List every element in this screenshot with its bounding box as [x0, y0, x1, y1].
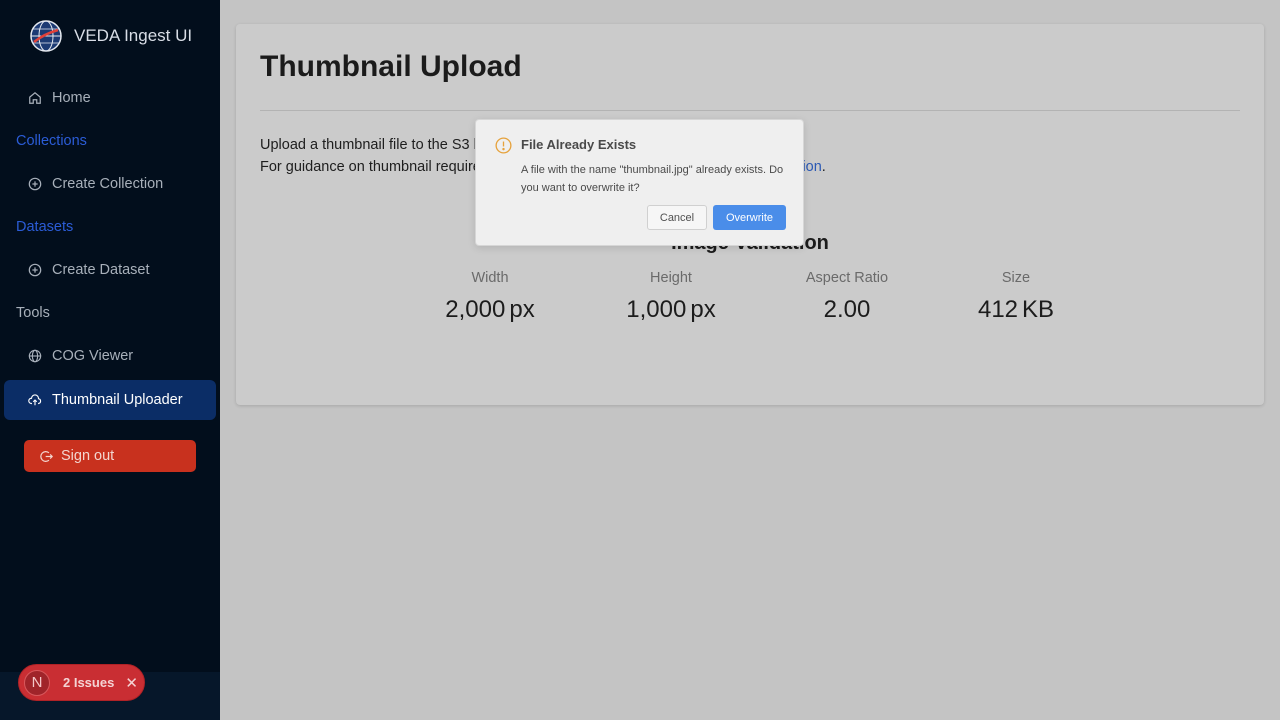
metric-unit: px: [690, 296, 716, 323]
cancel-button[interactable]: Cancel: [647, 205, 707, 230]
metric-value: 2,000 px: [400, 296, 580, 324]
plus-circle-icon: [28, 177, 42, 191]
logout-icon: [40, 450, 53, 462]
nav-create-collection-label: Create Collection: [52, 176, 164, 192]
app-title: VEDA Ingest UI: [74, 26, 193, 45]
close-icon[interactable]: ✕: [125, 674, 138, 692]
plus-circle-icon: [28, 263, 42, 277]
globe-icon: [28, 349, 42, 363]
metric-unit: px: [509, 296, 535, 323]
dialog-title: File Already Exists: [521, 137, 637, 152]
metric-size: Size 412 KB: [926, 270, 1106, 324]
description-suffix: .: [821, 159, 826, 175]
nav-thumbnail-uploader[interactable]: Thumbnail Uploader: [4, 380, 216, 420]
nav-section-collections[interactable]: Collections: [16, 133, 87, 149]
nav-home-label: Home: [52, 90, 91, 106]
metric-unit: KB: [1022, 296, 1055, 323]
nextjs-logo-icon: N: [24, 669, 50, 696]
nav-create-dataset[interactable]: Create Dataset: [4, 250, 216, 290]
nav-create-collection[interactable]: Create Collection: [4, 164, 216, 204]
nav-create-dataset-label: Create Dataset: [52, 262, 150, 278]
metric-value: 412 KB: [926, 296, 1106, 324]
brand[interactable]: VEDA Ingest UI: [30, 20, 192, 52]
nav-thumbnail-uploader-label: Thumbnail Uploader: [52, 392, 183, 408]
page-title: Thumbnail Upload: [260, 50, 522, 83]
file-exists-dialog: File Already Exists A file with the name…: [475, 119, 804, 246]
metric-number: 2,000: [445, 296, 506, 323]
nav-cog-viewer-label: COG Viewer: [52, 348, 134, 364]
dialog-message: A file with the name "thumbnail.jpg" alr…: [521, 164, 784, 194]
metric-label: Aspect Ratio: [805, 270, 889, 286]
metric-value: 2.00: [757, 296, 937, 324]
nav-home[interactable]: Home: [4, 78, 216, 118]
warning-icon: [495, 137, 512, 154]
metric-label: Size: [1001, 270, 1031, 286]
metric-height: Height 1,000 px: [581, 270, 761, 324]
metric-width: Width 2,000 px: [400, 270, 580, 324]
metric-value: 1,000 px: [581, 296, 761, 324]
metric-aspect-ratio: Aspect Ratio 2.00: [757, 270, 937, 324]
home-icon: [29, 91, 41, 104]
metric-number: 412: [977, 296, 1019, 323]
issues-count[interactable]: 2 Issues: [63, 675, 114, 690]
sign-out-label: Sign out: [61, 448, 115, 464]
sign-out-button[interactable]: Sign out: [24, 440, 196, 472]
metric-number: 2.00: [823, 296, 871, 323]
metric-label: Height: [650, 270, 692, 286]
cloud-upload-icon: [28, 394, 42, 406]
title-divider: [260, 110, 1240, 111]
issues-badge[interactable]: N 2 Issues ✕: [18, 664, 145, 701]
metric-number: 1,000: [626, 296, 687, 323]
nav-cog-viewer[interactable]: COG Viewer: [4, 336, 216, 376]
nav-section-tools: Tools: [16, 305, 50, 321]
overwrite-button[interactable]: Overwrite: [713, 205, 786, 230]
metric-label: Width: [471, 270, 509, 286]
nav-section-datasets[interactable]: Datasets: [16, 219, 73, 235]
globe-logo-icon: [30, 20, 62, 52]
sidebar: VEDA Ingest UI Home Collections Create C…: [0, 0, 220, 720]
